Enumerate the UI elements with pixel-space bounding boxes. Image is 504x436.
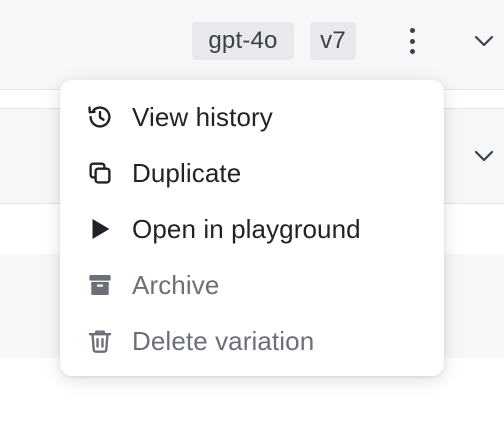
more-options-icon[interactable] [398,24,426,58]
menu-item-label: Archive [132,269,220,300]
trash-icon [84,325,116,357]
menu-item-open-in-playground[interactable]: Open in playground [60,201,444,257]
page: gpt-4o v7 View history Duplicate Open in… [0,0,504,436]
chevron-down-icon[interactable] [472,29,496,53]
model-badge: gpt-4o [192,22,294,60]
menu-item-view-history[interactable]: View history [60,89,444,145]
menu-item-label: View history [132,101,273,132]
version-badge: v7 [310,22,356,60]
menu-item-label: Delete variation [132,325,315,356]
menu-item-delete-variation[interactable]: Delete variation [60,313,444,369]
menu-item-duplicate[interactable]: Duplicate [60,145,444,201]
menu-item-archive[interactable]: Archive [60,257,444,313]
menu-item-label: Open in playground [132,213,361,244]
chevron-down-icon[interactable] [472,144,496,168]
play-icon [84,213,116,245]
duplicate-icon [84,157,116,189]
actions-menu: View history Duplicate Open in playgroun… [60,80,444,376]
archive-icon [84,269,116,301]
menu-item-label: Duplicate [132,157,242,188]
history-icon [84,101,116,133]
